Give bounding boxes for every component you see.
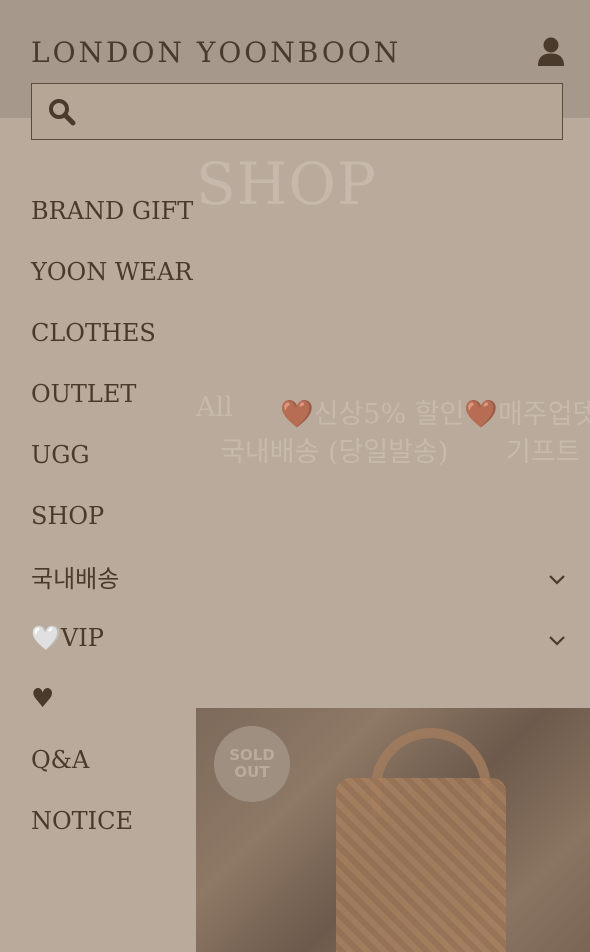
menu-item-label: BRAND GIFT [31, 196, 194, 225]
search-icon[interactable] [47, 97, 77, 127]
menu-item-notice[interactable]: NOTICE [31, 790, 571, 851]
menu-item-yoon-wear[interactable]: YOON WEAR [31, 241, 571, 302]
menu-item-label: OUTLET [31, 379, 137, 408]
menu-item-vip[interactable]: 🤍VIP [31, 607, 571, 668]
user-icon[interactable] [536, 36, 566, 68]
menu-item-label: CLOTHES [31, 318, 156, 347]
menu-item-label: NOTICE [31, 806, 134, 835]
menu-item-brand-gift[interactable]: BRAND GIFT [31, 180, 571, 241]
search-input[interactable] [94, 84, 558, 141]
menu-item-ugg[interactable]: UGG [31, 424, 571, 485]
navigation-drawer: LONDON YOONBOON BRAND GIFT YOON WEAR CLO… [0, 0, 590, 952]
menu-item-domestic-shipping[interactable]: 국내배송 [31, 546, 571, 607]
chevron-down-icon[interactable] [547, 629, 567, 649]
search-bar [31, 83, 563, 141]
menu-item-heart[interactable]: ♥ [31, 668, 571, 729]
menu-item-label: Q&A [31, 745, 90, 774]
menu-item-qna[interactable]: Q&A [31, 729, 571, 790]
chevron-down-icon[interactable] [547, 568, 567, 588]
menu-item-label: 🤍VIP [31, 623, 104, 652]
menu-item-label: SHOP [31, 501, 105, 530]
menu-item-shop[interactable]: SHOP [31, 485, 571, 546]
brand-logo[interactable]: LONDON YOONBOON [31, 36, 401, 69]
main-menu: BRAND GIFT YOON WEAR CLOTHES OUTLET UGG … [31, 180, 571, 851]
menu-item-clothes[interactable]: CLOTHES [31, 302, 571, 363]
menu-item-label: 국내배송 [31, 565, 120, 593]
menu-item-label: YOON WEAR [31, 257, 193, 286]
menu-item-outlet[interactable]: OUTLET [31, 363, 571, 424]
heart-icon: ♥ [31, 683, 55, 714]
menu-item-label: UGG [31, 440, 90, 469]
